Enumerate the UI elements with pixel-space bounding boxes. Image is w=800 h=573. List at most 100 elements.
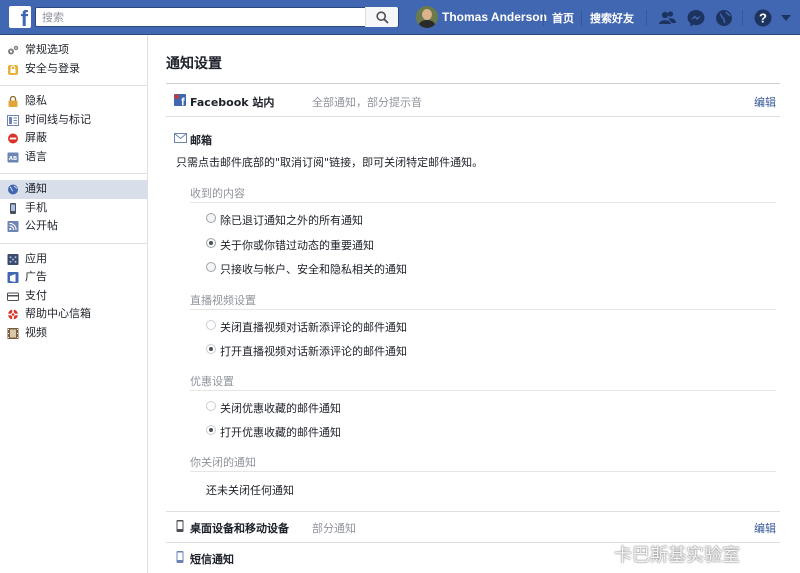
apps-icon [7,253,19,265]
row-label: 短信通知 [190,553,234,566]
svg-text:f: f [181,97,185,107]
settings-sidebar: 常规选项 安全与登录 隐私 时间线与标记 屏蔽 AB 语言 通知 手机 公开帖 … [0,35,148,573]
title-divider [166,83,780,84]
search-box [35,7,399,27]
sidebar-item-general[interactable]: 常规选项 [0,41,147,60]
radio-button[interactable] [206,320,216,330]
sidebar-item-mobile[interactable]: 手机 [0,199,147,218]
sidebar-group: 应用 广告 支付 帮助中心信箱 视频 [0,244,147,350]
sidebar-item-label: 常规选项 [25,43,69,56]
logo-letter: f [20,6,28,31]
ads-icon [7,272,19,283]
radio-button[interactable] [206,262,216,272]
home-link[interactable]: 首页 [552,10,574,26]
radio-label: 打开直播视频对话新添评论的邮件通知 [220,345,407,358]
sidebar-item-label: 时间线与标记 [25,112,91,126]
radio-label: 除已退订通知之外的所有通知 [220,214,363,227]
edit-link[interactable]: 编辑 [754,94,776,110]
svg-text:AB: AB [9,156,17,162]
nav-divider [543,10,544,26]
friend-requests-icon[interactable] [657,8,677,28]
account-menu-chevron-icon[interactable] [780,12,792,24]
sidebar-item-notifications[interactable]: 通知 [0,180,147,199]
offers-title: 优惠设置 [190,375,234,388]
row-divider [166,116,780,117]
nav-divider [742,10,743,26]
radio-label: 只接收与帐户、安全和隐私相关的通知 [220,263,407,276]
top-bar: f Thomas Anderson 首页 搜索好友 ? [0,0,800,35]
subsection-divider [190,471,776,472]
email-description: 只需点击邮件底部的"取消订阅"链接，即可关闭特定邮件通知。 [176,156,484,169]
nav-divider [646,10,647,26]
svg-text:?: ? [759,11,767,26]
radio-label: 关于你或你错过动态的重要通知 [220,239,374,252]
sidebar-item-ads[interactable]: 广告 [0,268,147,287]
page-title: 通知设置 [166,56,222,72]
sidebar-item-apps[interactable]: 应用 [0,250,147,269]
find-friends-link[interactable]: 搜索好友 [590,10,634,26]
subsection-divider [190,309,776,310]
watermark: 卡巴斯基实验室 [614,545,740,566]
desktop-mobile-row[interactable]: 桌面设备和移动设备 部分通知 编辑 [166,511,780,541]
block-icon [8,133,18,144]
rss-icon [7,221,19,232]
sidebar-item-security[interactable]: 安全与登录 [0,60,147,79]
email-section-title: 邮箱 [190,134,212,147]
sidebar-item-label: 帮助中心信箱 [25,307,91,320]
search-button[interactable] [365,7,398,27]
received-content-title: 收到的内容 [190,187,245,200]
facebook-square-icon: f [174,94,186,106]
radio-label: 关闭直播视频对话新添评论的邮件通知 [220,321,407,334]
film-icon [7,327,19,339]
sidebar-item-support-inbox[interactable]: 帮助中心信箱 [0,305,147,324]
user-name: Thomas Anderson [442,10,547,24]
on-facebook-row[interactable]: f Facebook 站内 全部通知，部分提示音 编辑 [166,85,780,115]
radio-button[interactable] [206,213,216,223]
sidebar-group: 隐私 时间线与标记 屏蔽 AB 语言 [0,86,147,174]
sidebar-item-label: 语言 [25,149,47,163]
facebook-logo[interactable]: f [9,6,31,31]
avatar [416,6,438,28]
edit-link[interactable]: 编辑 [754,520,776,536]
sidebar-item-public-posts[interactable]: 公开帖 [0,217,147,236]
mail-envelope-icon [174,133,187,143]
nav-divider [581,10,582,26]
sidebar-item-timeline[interactable]: 时间线与标记 [0,111,147,130]
search-icon [376,11,389,24]
lock-badge-icon [8,64,18,75]
sidebar-item-videos[interactable]: 视频 [0,324,147,343]
radio-button-selected[interactable] [206,344,216,354]
live-video-title: 直播视频设置 [190,294,256,307]
sidebar-item-label: 视频 [25,325,47,339]
row-label: 桌面设备和移动设备 [190,522,289,535]
subsection-divider [190,390,776,391]
sidebar-item-privacy[interactable]: 隐私 [0,92,147,111]
sidebar-item-label: 广告 [25,270,47,283]
radio-button-selected[interactable] [206,425,216,435]
gears-icon [8,45,19,55]
search-input[interactable] [36,8,366,26]
sidebar-item-payments[interactable]: 支付 [0,287,147,306]
desktop-mobile-icon [176,520,184,532]
messenger-icon[interactable] [686,8,706,28]
timeline-icon [7,114,19,126]
help-icon[interactable]: ? [753,8,773,28]
radio-label: 关闭优惠收藏的邮件通知 [220,402,341,415]
sidebar-item-language[interactable]: AB 语言 [0,148,147,167]
row-summary: 部分通知 [312,522,356,535]
row-label: Facebook 站内 [190,96,275,109]
sidebar-item-label: 通知 [25,182,47,195]
radio-button-selected[interactable] [206,238,216,248]
sms-phone-icon [176,551,184,563]
turned-off-empty-text: 还未关闭任何通知 [206,484,294,497]
sidebar-item-label: 支付 [25,288,47,302]
row-summary: 全部通知，部分提示音 [312,96,422,109]
sidebar-item-label: 屏蔽 [25,131,47,144]
payment-icon [7,292,19,301]
notifications-globe-icon[interactable] [714,8,734,28]
sidebar-item-label: 安全与登录 [25,61,80,75]
language-icon: AB [7,152,19,162]
mobile-icon [10,202,16,214]
radio-button[interactable] [206,401,216,411]
sidebar-item-blocking[interactable]: 屏蔽 [0,129,147,148]
